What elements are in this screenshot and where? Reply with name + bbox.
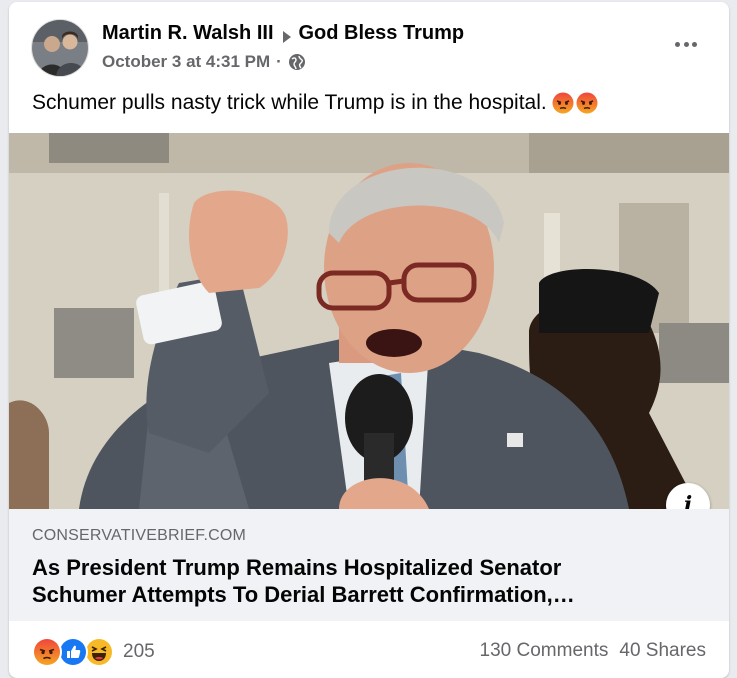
- post-body: Schumer pulls nasty trick while Trump is…: [32, 91, 547, 114]
- angry-emoji-icon: [552, 92, 574, 114]
- dot-icon: [683, 41, 689, 47]
- link-title-line: As President Trump Remains Hospitalized …: [32, 555, 562, 580]
- author-line: Martin R. Walsh III God Bless Trump: [102, 22, 464, 45]
- post-card: Martin R. Walsh III God Bless Trump Octo…: [9, 2, 729, 678]
- post-header: Martin R. Walsh III God Bless Trump Octo…: [9, 2, 729, 92]
- caret-right-icon: [281, 27, 293, 43]
- post-text: Schumer pulls nasty trick while Trump is…: [32, 91, 598, 115]
- group-name[interactable]: God Bless Trump: [299, 22, 465, 45]
- link-preview-image[interactable]: [9, 133, 729, 509]
- meta-separator: ·: [276, 52, 282, 71]
- globe-icon[interactable]: [288, 53, 306, 71]
- dot-icon: [675, 41, 680, 47]
- engagement-counts: 130 Comments 40 Shares: [480, 640, 706, 662]
- shares-count-link[interactable]: 40 Shares: [619, 640, 706, 662]
- more-options-button[interactable]: [671, 32, 701, 56]
- reactions-summary[interactable]: 205: [32, 636, 155, 668]
- avatar[interactable]: [31, 19, 89, 77]
- reaction-count: 205: [123, 641, 155, 662]
- post-meta: October 3 at 4:31 PM ·: [102, 52, 306, 72]
- link-title[interactable]: As President Trump Remains Hospitalized …: [32, 554, 692, 608]
- link-domain: CONSERVATIVEBRIEF.COM: [32, 527, 247, 544]
- author-name[interactable]: Martin R. Walsh III: [102, 22, 274, 45]
- reaction-icons: [32, 637, 117, 667]
- angry-emoji-icon: [576, 92, 598, 114]
- post-timestamp[interactable]: October 3 at 4:31 PM: [102, 52, 270, 72]
- dot-icon: [692, 41, 697, 47]
- comments-count-link[interactable]: 130 Comments: [480, 640, 609, 662]
- link-title-line: Schumer Attempts To Derial Barrett Confi…: [32, 582, 575, 607]
- haha-react-icon: [84, 637, 114, 667]
- angry-react-icon: [32, 637, 62, 667]
- like-react-icon: [58, 637, 88, 667]
- link-preview-footer[interactable]: CONSERVATIVEBRIEF.COM As President Trump…: [9, 509, 729, 621]
